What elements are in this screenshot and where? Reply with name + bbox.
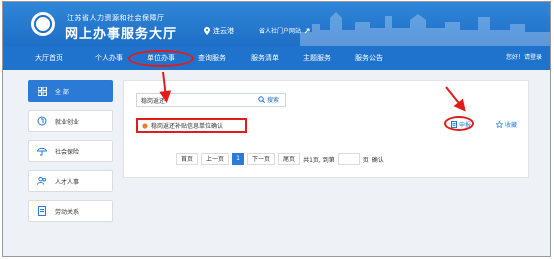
- arrow-to-apply: [445, 86, 466, 112]
- arrow-to-search: [159, 71, 172, 103]
- annotation-arrows: [159, 71, 466, 112]
- browser-frame: 江苏省人力资源和社会保障厅 网上办事服务大厅 连云港 省人社门户网站 大厅首页 …: [2, 1, 551, 257]
